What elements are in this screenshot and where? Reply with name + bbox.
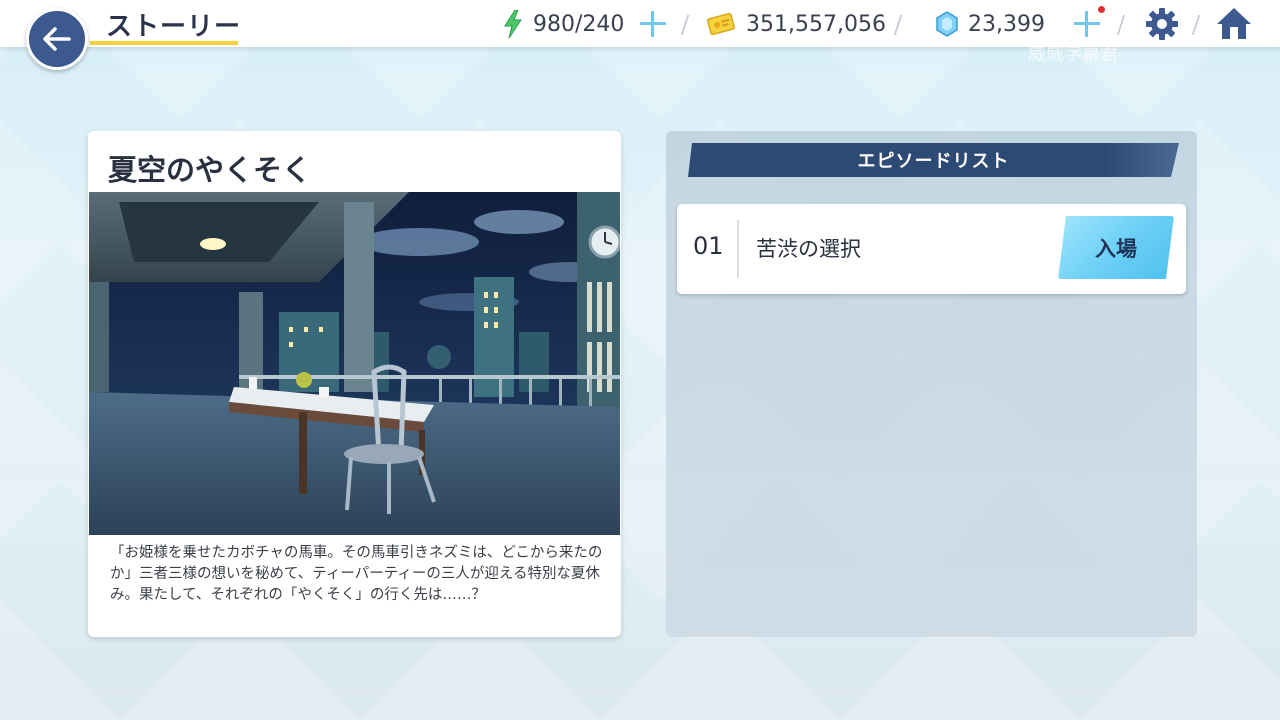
episode-list-header: エピソードリスト bbox=[688, 143, 1179, 177]
home-icon bbox=[1217, 8, 1251, 39]
story-description: 「お姫様を乗せたカボチャの馬車。その馬車引きネズミは、どこから来たのか」三者三様… bbox=[110, 545, 603, 603]
back-button[interactable] bbox=[26, 8, 88, 70]
separator bbox=[680, 15, 690, 35]
separator bbox=[1116, 15, 1126, 35]
separator bbox=[893, 15, 903, 35]
title-underline bbox=[90, 41, 238, 45]
mana-value: 351,557,056 bbox=[746, 11, 886, 37]
add-jewel-button[interactable] bbox=[1073, 10, 1101, 38]
gear-icon bbox=[1146, 8, 1178, 40]
story-illustration bbox=[89, 192, 620, 535]
episode-list-header-label: エピソードリスト bbox=[857, 151, 1010, 172]
episode-number: 01 bbox=[693, 232, 724, 260]
settings-button[interactable] bbox=[1145, 7, 1179, 41]
stamina-value: 980/240 bbox=[533, 11, 625, 37]
enter-button-label: 入場 bbox=[1095, 236, 1137, 261]
lightning-icon bbox=[504, 10, 522, 38]
episode-title: 苦渋の選択 bbox=[756, 237, 861, 261]
notification-dot bbox=[1098, 6, 1105, 13]
story-title: 夏空のやくそく bbox=[108, 153, 312, 187]
mana-counter: 351,557,056 bbox=[706, 9, 886, 39]
stamina-counter: 980/240 bbox=[503, 9, 624, 39]
episode-list-panel: エピソードリスト 01 苦渋の選択 入場 bbox=[666, 131, 1197, 637]
mana-card-icon bbox=[707, 12, 735, 36]
story-card: 夏空のやくそく 「お姫様を乗せたカボチャの馬車。その馬車引きネズミは、どこから来… bbox=[88, 131, 621, 637]
jewel-counter: 23,399 bbox=[936, 9, 1045, 39]
separator bbox=[1191, 15, 1201, 35]
jewel-icon bbox=[936, 11, 958, 37]
episode-row[interactable]: 01 苦渋の選択 入場 bbox=[677, 204, 1186, 294]
home-button[interactable] bbox=[1215, 6, 1253, 42]
page-title: ストーリー bbox=[106, 12, 242, 42]
jewel-value: 23,399 bbox=[968, 11, 1045, 37]
watermark-text: 威威字幕君 bbox=[1028, 44, 1118, 65]
back-arrow-icon bbox=[43, 27, 71, 51]
add-stamina-button[interactable] bbox=[639, 10, 667, 38]
episode-divider bbox=[737, 220, 739, 278]
enter-episode-button[interactable]: 入場 bbox=[1058, 216, 1174, 279]
night-terrace-illustration bbox=[89, 192, 620, 535]
